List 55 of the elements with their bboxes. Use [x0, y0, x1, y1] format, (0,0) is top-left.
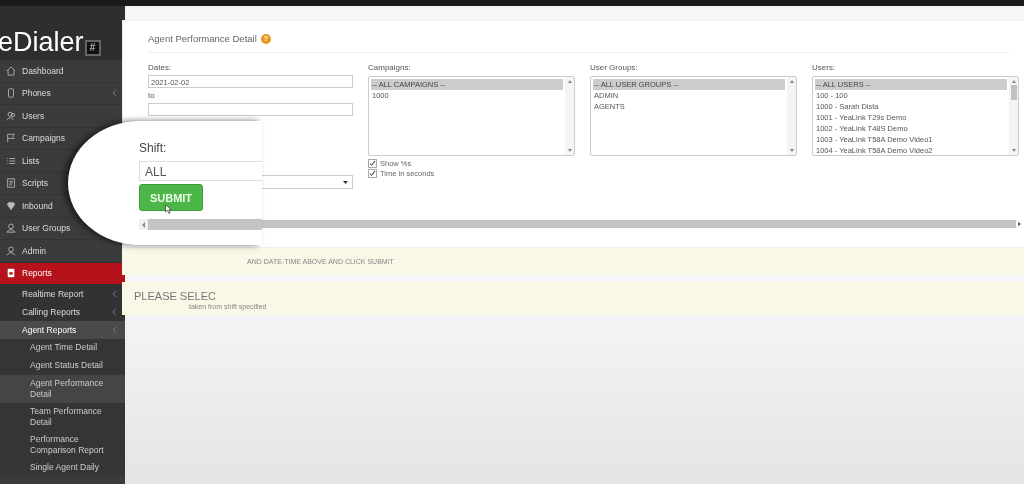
panel-title: Agent Performance Detail	[148, 33, 257, 44]
sidebar-item[interactable]: User Groups	[0, 217, 73, 239]
list-icon	[6, 155, 16, 166]
submenu-item[interactable]: Agent Reports	[0, 321, 125, 339]
phone-icon	[6, 88, 16, 99]
submenu-link[interactable]: Single Agent Daily	[0, 459, 125, 477]
submenu-item[interactable]: Calling Reports	[0, 303, 125, 321]
sidebar-item[interactable]: Lists	[0, 150, 42, 172]
submenu-link[interactable]: Team Performance Detail	[0, 403, 125, 431]
sidebar-item[interactable]: Inbound	[0, 195, 55, 217]
diamond-icon	[6, 200, 16, 211]
sidebar-item[interactable]: Scripts	[0, 172, 50, 194]
report-icon	[6, 268, 16, 279]
user-icon	[6, 223, 16, 234]
horizontal-scrollbar[interactable]	[262, 220, 1016, 228]
submenu-link[interactable]: Agent Time Detail	[0, 339, 125, 357]
cursor-icon	[165, 204, 172, 214]
user-icon	[6, 245, 16, 256]
field-label: Users:	[812, 63, 837, 72]
field-label: to	[148, 91, 156, 100]
sidebar-item[interactable]: Dashboard	[0, 60, 66, 82]
sidebar-item[interactable]: Users	[0, 105, 47, 127]
scroll-up-icon[interactable]	[567, 80, 572, 83]
field-label: Shift:	[139, 141, 168, 155]
shift-field[interactable]: ALL	[139, 161, 262, 181]
scroll-down-icon[interactable]	[567, 149, 572, 152]
caret-icon	[343, 180, 348, 184]
field-label: Dates:	[148, 63, 173, 72]
logo-text: eDialer	[0, 29, 84, 56]
submenu-link[interactable]: Performance Comparison Report	[0, 431, 125, 459]
users-icon	[6, 110, 16, 121]
home-icon	[6, 65, 16, 76]
checkbox[interactable]	[368, 159, 377, 168]
date-field[interactable]	[148, 103, 353, 116]
field-label: Campaigns:	[368, 63, 412, 72]
submenu-link[interactable]: Agent Status Detail	[0, 357, 125, 375]
scroll-up-icon[interactable]	[789, 80, 794, 83]
document-icon	[6, 178, 16, 189]
scroll-up-icon[interactable]	[1011, 80, 1016, 83]
notice-text: PLEASE SELEC	[134, 290, 217, 302]
logo-badge: #	[84, 40, 101, 56]
scroll-left-icon[interactable]	[142, 221, 145, 228]
scroll-down-icon[interactable]	[1011, 149, 1016, 152]
sidebar-item[interactable]: Campaigns	[0, 127, 67, 149]
submenu-link[interactable]: Agent Performance Detail	[0, 375, 125, 403]
checkbox[interactable]	[368, 169, 377, 178]
scrollbar-thumb[interactable]	[1010, 85, 1017, 100]
field-label: User Groups:	[590, 63, 639, 72]
horizontal-scrollbar[interactable]	[148, 219, 262, 230]
sidebar-item[interactable]: Admin	[0, 240, 49, 262]
flag-icon	[6, 133, 16, 144]
scroll-down-icon[interactable]	[789, 149, 794, 152]
scroll-right-icon[interactable]	[1018, 222, 1021, 226]
sidebar-item[interactable]: Phones	[0, 82, 53, 104]
submenu-item[interactable]: Realtime Report	[0, 285, 125, 303]
